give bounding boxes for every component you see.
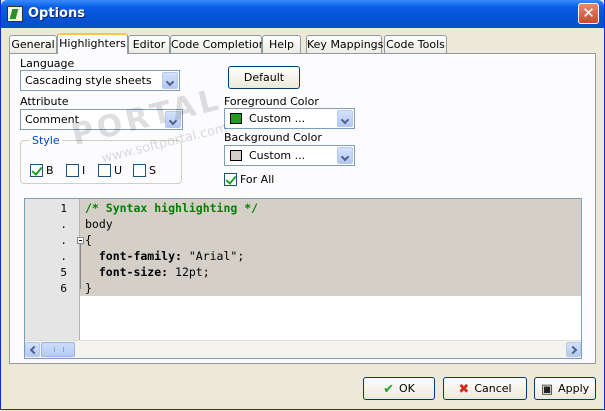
css-value: 12pt; [168,265,210,279]
line-number: 1 [60,202,67,215]
underline-label: U [114,164,123,177]
checkmark-icon: ✔ [383,381,395,397]
tab-editor[interactable]: Editor [128,35,170,53]
scroll-right-icon[interactable] [566,342,581,357]
foreground-color-select[interactable]: Custom ... [224,108,355,129]
line-number: . [60,250,67,263]
apply-label: Apply [558,382,590,395]
strikeout-label: S [149,164,156,177]
chevron-down-icon[interactable] [337,147,353,164]
ok-button[interactable]: ✔ OK [363,377,435,400]
horizontal-scrollbar[interactable] [25,340,581,358]
tab-general[interactable]: General [9,35,57,53]
css-property: font-size: [85,265,169,279]
bold-checkbox[interactable] [30,164,43,177]
code-line-comment: /* Syntax highlighting */ [85,201,259,215]
css-value: "Arial"; [181,249,245,263]
strikeout-checkbox[interactable] [133,164,146,177]
chevron-down-icon[interactable] [337,110,353,127]
chevron-down-icon[interactable] [165,111,181,128]
attribute-select[interactable]: Comment [20,109,183,130]
code-line-open-brace: { [85,233,92,247]
cancel-button[interactable]: ✖ Cancel [443,377,527,400]
cancel-x-icon: ✖ [458,381,470,397]
italic-label: I [82,164,86,177]
scroll-left-icon[interactable] [25,342,40,357]
app-icon [7,6,23,22]
window-title: Options [28,6,85,21]
css-property: font-family: [85,249,182,263]
background-color-select[interactable]: Custom ... [224,145,355,166]
code-line-font-family: font-family: "Arial"; [85,249,244,263]
language-select[interactable]: Cascading style sheets [20,70,180,91]
language-label: Language [20,57,75,70]
code-line-close-brace: } [85,281,92,295]
highlighters-panel: Language Cascading style sheets Default … [9,53,596,364]
close-button[interactable]: ✕ [578,3,599,24]
options-dialog: Options ✕ General Highlighters Editor Co… [0,0,605,410]
for-all-checkbox[interactable] [224,173,237,186]
language-value: Cascading style sheets [25,74,152,87]
foreground-color-value: Custom ... [249,112,306,125]
line-number-gutter: 1 . . . 5 6 [25,199,80,340]
bold-label: B [46,164,54,177]
default-button[interactable]: Default [228,66,300,89]
attribute-label: Attribute [20,95,69,108]
background-color-swatch [230,150,242,161]
title-bar[interactable]: Options ✕ [1,0,604,28]
foreground-color-swatch [230,113,242,124]
underline-checkbox[interactable] [98,164,111,177]
floppy-disk-icon: ▣ [540,381,554,397]
code-line-selector: body [85,217,113,231]
italic-checkbox[interactable] [66,164,79,177]
tab-help[interactable]: Help [262,35,301,53]
cancel-label: Cancel [474,382,512,395]
apply-button[interactable]: ▣ Apply [534,377,596,400]
for-all-label: For All [240,173,275,186]
line-number: 5 [60,266,67,279]
tab-highlighters[interactable]: Highlighters [57,33,128,54]
fold-guide [80,244,81,289]
chevron-down-icon[interactable] [162,72,178,89]
foreground-color-label: Foreground Color [224,95,319,108]
line-number: 6 [60,282,67,295]
fold-toggle-icon[interactable] [77,237,84,244]
ok-label: OK [399,382,415,395]
attribute-value: Comment [25,113,79,126]
code-line-font-size: font-size: 12pt; [85,265,210,279]
tab-key-mappings[interactable]: Key Mappings [306,35,383,53]
code-preview-editor[interactable]: 1 . . . 5 6 /* Syntax highlighting */ bo… [24,198,582,359]
background-color-label: Background Color [224,131,322,144]
scrollbar-thumb[interactable] [41,342,75,357]
line-number: . [60,234,67,247]
tab-code-completion[interactable]: Code Completion [170,35,266,53]
tab-code-tools[interactable]: Code Tools [384,35,447,53]
style-group-label: Style [30,134,62,147]
background-color-value: Custom ... [249,149,306,162]
line-number: . [60,218,67,231]
